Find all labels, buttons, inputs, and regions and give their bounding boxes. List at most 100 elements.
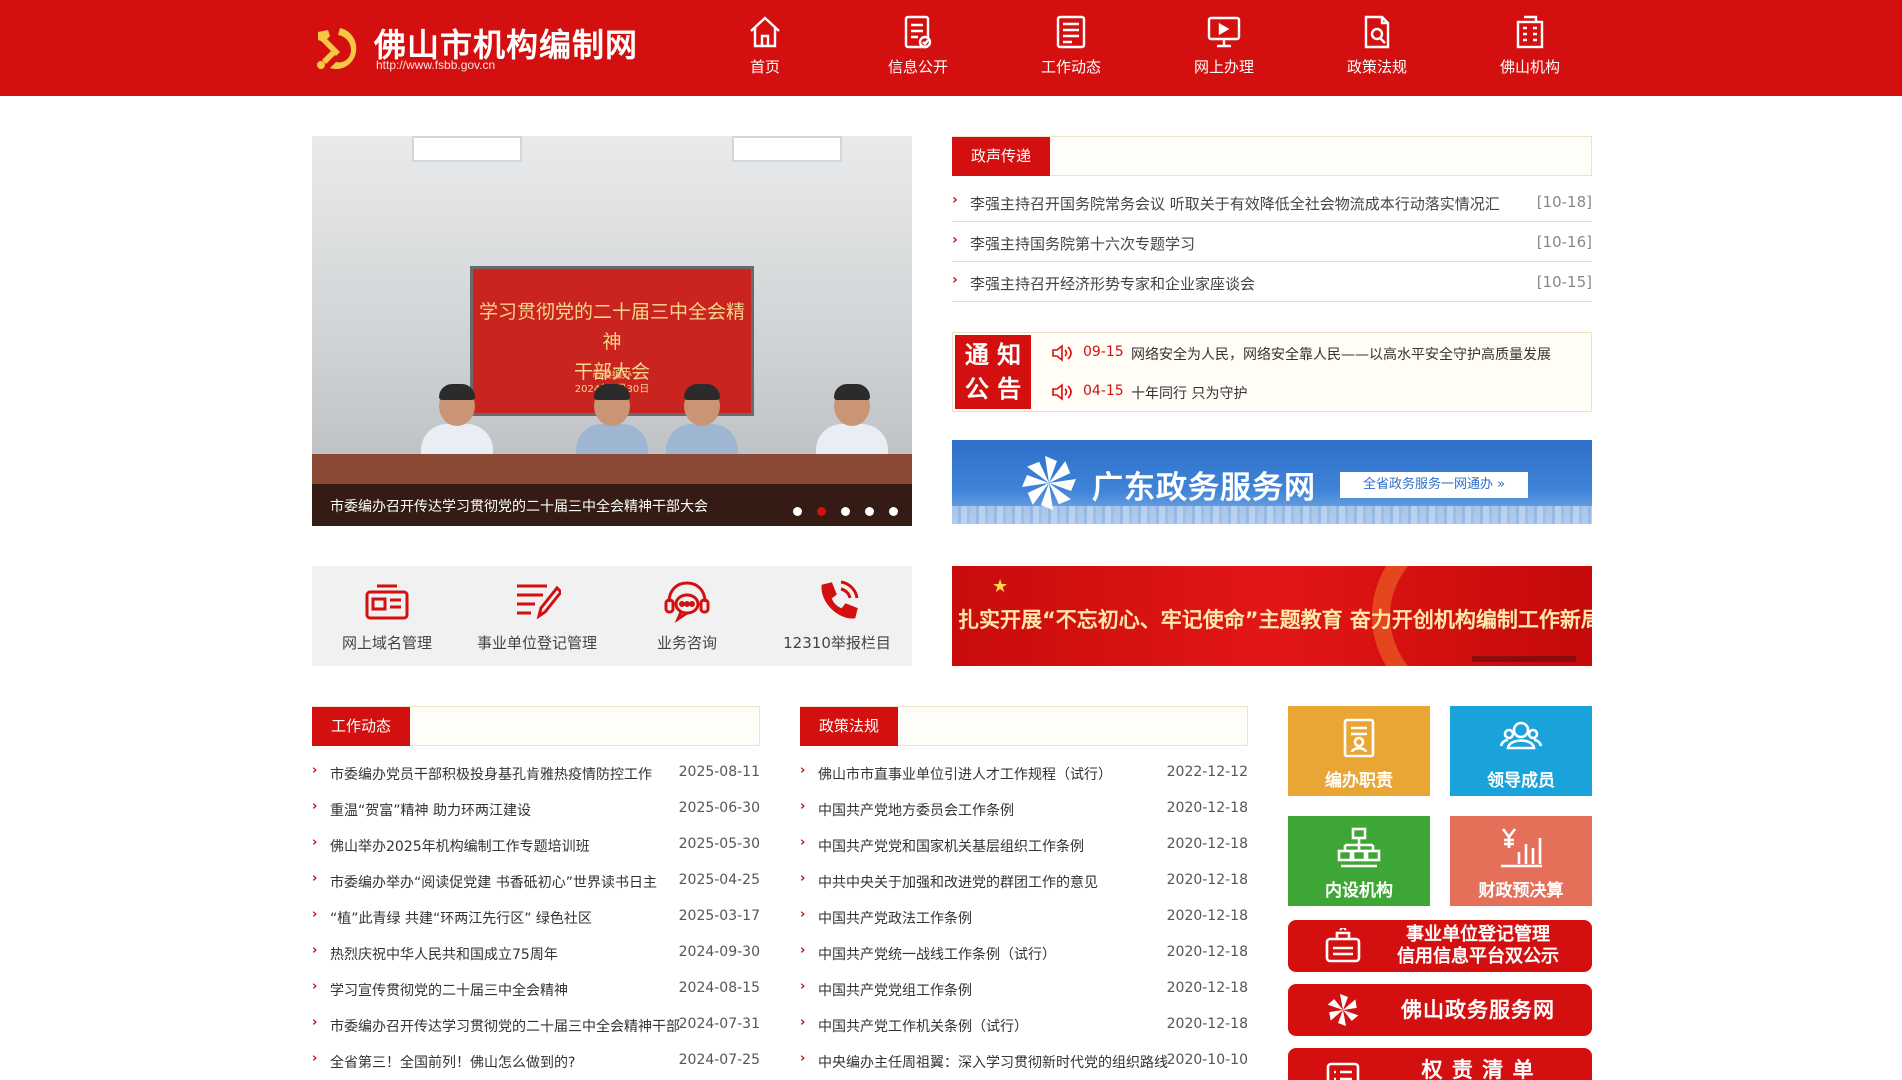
guangdong-service-banner[interactable]: 广东政务服务网 全省政务服务一网通办 » — [952, 440, 1592, 524]
list-item-date: 2025-06-30 — [678, 800, 760, 816]
list-item[interactable]: › 全省第三！全国前列！佛山怎么做到的? 2024-07-25 — [312, 1043, 760, 1079]
list-item-title: 李强主持国务院第十六次专题学习 — [970, 235, 1196, 253]
list-item-date: 2020-10-10 — [1166, 1052, 1248, 1068]
zsc-section-header: 政声传递 — [952, 136, 1592, 176]
quick-consultation[interactable]: 业务咨询 — [612, 566, 762, 666]
tile-office-duties[interactable]: 编办职责 — [1288, 706, 1430, 796]
power-list-button[interactable]: 权 责 清 单 — [1288, 1048, 1592, 1080]
theme-education-banner[interactable]: ★ 扎实开展“不忘初心、牢记使命”主题教育 奋力开创机构编制工作新局面 — [952, 566, 1592, 666]
list-item[interactable]: › 李强主持国务院第十六次专题学习 [10-16] — [952, 222, 1592, 262]
list-item[interactable]: › “植”此青绿 共建“环两江先行区” 绿色社区 2025-03-17 — [312, 899, 760, 935]
list-item[interactable]: › 李强主持召开国务院常务会议 听取关于有效降低全社会物流成本行动落实情况汇 [… — [952, 182, 1592, 222]
chevron-right-icon: › — [952, 232, 958, 248]
list-item[interactable]: › 佛山举办2025年机构编制工作专题培训班 2025-05-30 — [312, 827, 760, 863]
service-flower-icon — [1022, 456, 1076, 510]
list-item[interactable]: › 李强主持召开经济形势专家和企业家座谈会 [10-15] — [952, 262, 1592, 302]
wide-button-label: 权 责 清 单 — [1421, 1058, 1535, 1080]
list-item[interactable]: › 中国共产党党组工作条例 2020-12-18 — [800, 971, 1248, 1007]
tile-leadership[interactable]: 领导成员 — [1450, 706, 1592, 796]
list-item-date: 2024-07-25 — [678, 1052, 760, 1068]
nav-work-news[interactable]: 工作动态 — [1006, 0, 1136, 96]
nav-info-disclosure[interactable]: 信息公开 — [853, 0, 983, 96]
chevron-right-icon: › — [312, 763, 318, 778]
ceiling-light — [412, 136, 522, 162]
leaders-icon — [1499, 721, 1543, 750]
foshan-service-button[interactable]: 佛山政务服务网 — [1288, 984, 1592, 1036]
list-item-date: 2025-05-30 — [678, 836, 760, 852]
list-item-date: 2020-12-18 — [1166, 980, 1248, 996]
quick-institution-registration[interactable]: 事业单位登记管理 — [462, 566, 612, 666]
tile-label: 财政预决算 — [1478, 881, 1564, 901]
chevron-right-icon: › — [800, 871, 806, 886]
nav-home[interactable]: 首页 — [700, 0, 830, 96]
nav-online-service[interactable]: 网上办理 — [1159, 0, 1289, 96]
id-card-icon — [365, 584, 409, 620]
work-list: › 市委编办党员干部积极投身基孔肯雅热疫情防控工作 2025-08-11 › 重温“贺… — [312, 755, 760, 1079]
news-carousel[interactable]: 学习贯彻党的二十届三中全会精神 干部大会 市委编办 2024年7月30日 市委编… — [312, 136, 912, 526]
carousel-dot-1[interactable] — [793, 507, 802, 516]
monitor-icon — [1207, 16, 1241, 48]
site-header: 佛山市机构编制网 http://www.fsbb.gov.cn 首页 信息公开 … — [0, 0, 1902, 96]
nav-label: 网上办理 — [1193, 58, 1254, 76]
list-item-title: “植”此青绿 共建“环两江先行区” 绿色社区 — [330, 911, 592, 927]
nav-label: 佛山机构 — [1499, 58, 1560, 76]
chevron-right-icon: › — [800, 1015, 806, 1030]
wide-button-line1: 事业单位登记管理 — [1406, 924, 1550, 945]
notice-text: 网络安全为人民，网络安全靠人民——以高水平安全守护高质量发展 — [1131, 347, 1551, 363]
work-heading[interactable]: 工作动态 — [312, 707, 411, 746]
building-icon — [1516, 15, 1544, 49]
quick-report-12310[interactable]: 12310举报栏目 — [762, 566, 912, 666]
list-item-date: 2020-12-18 — [1166, 872, 1248, 888]
list-item-title: 中央编办主任周祖翼：深入学习贯彻新时代党的组织路线 — [818, 1055, 1168, 1071]
policy-heading[interactable]: 政策法规 — [800, 707, 899, 746]
institution-credit-button[interactable]: 事业单位登记管理 信用信息平台双公示 — [1288, 920, 1592, 972]
nav-label: 政策法规 — [1346, 58, 1407, 76]
gd-banner-button[interactable]: 全省政务服务一网通办 » — [1340, 472, 1528, 498]
list-item[interactable]: › 中央编办主任周祖翼：深入学习贯彻新时代党的组织路线 2020-10-10 — [800, 1043, 1248, 1079]
tile-label: 内设机构 — [1325, 881, 1393, 901]
list-item-title: 中国共产党政法工作条例 — [818, 911, 972, 927]
notice-badge-line1: 通 知 — [964, 340, 1022, 369]
list-item-date: 2025-08-11 — [678, 764, 760, 780]
tile-budget[interactable]: 财政预决算 — [1450, 816, 1592, 906]
nav-foshan-orgs[interactable]: 佛山机构 — [1465, 0, 1595, 96]
list-item-date: 2024-08-15 — [678, 980, 760, 996]
list-item[interactable]: › 中国共产党工作机关条例（试行） 2020-12-18 — [800, 1007, 1248, 1043]
list-item[interactable]: › 佛山市市直事业单位引进人才工作规程（试行） 2022-12-12 — [800, 755, 1248, 791]
nav-policy[interactable]: 政策法规 — [1312, 0, 1442, 96]
list-item[interactable]: › 市委编办召开传达学习贯彻党的二十届三中全会精神干部 2024-07-31 — [312, 1007, 760, 1043]
wide-button-label: 佛山政务服务网 — [1401, 998, 1555, 1022]
list-item[interactable]: › 中国共产党党和国家机关基层组织工作条例 2020-12-18 — [800, 827, 1248, 863]
service-flower-icon — [1327, 994, 1359, 1026]
quick-label: 12310举报栏目 — [783, 634, 891, 652]
list-item[interactable]: › 市委编办举办“阅读促党建 书香砥初心”世界读书日主 2025-04-25 — [312, 863, 760, 899]
news-icon — [1056, 15, 1086, 49]
carousel-dot-2[interactable] — [817, 507, 826, 516]
list-icon — [1326, 1062, 1360, 1080]
notice-date: 09-15 — [1083, 344, 1124, 360]
site-logo[interactable]: 佛山市机构编制网 http://www.fsbb.gov.cn — [310, 20, 640, 76]
quick-domain-management[interactable]: 网上域名管理 — [312, 566, 462, 666]
carousel-dot-5[interactable] — [889, 507, 898, 516]
ceiling-light — [732, 136, 842, 162]
zsc-heading[interactable]: 政声传递 — [952, 137, 1051, 176]
star-icon: ★ — [992, 576, 1009, 597]
list-item[interactable]: › 热烈庆祝中华人民共和国成立75周年 2024-09-30 — [312, 935, 760, 971]
carousel-dot-4[interactable] — [865, 507, 874, 516]
zsc-list: › 李强主持召开国务院常务会议 听取关于有效降低全社会物流成本行动落实情况汇 [… — [952, 182, 1592, 302]
list-item[interactable]: › 重温“贺富”精神 助力环两江建设 2025-06-30 — [312, 791, 760, 827]
list-item[interactable]: › 学习宣传贯彻党的二十届三中全会精神 2024-08-15 — [312, 971, 760, 1007]
carousel-dot-3[interactable] — [841, 507, 850, 516]
screen-sub-line1: 市委编办 — [592, 370, 632, 381]
tile-internal-departments[interactable]: 内设机构 — [1288, 816, 1430, 906]
list-item-title: 市委编办举办“阅读促党建 书香砥初心”世界读书日主 — [330, 875, 657, 891]
list-item[interactable]: › 中共中央关于加强和改进党的群团工作的意见 2020-12-18 — [800, 863, 1248, 899]
list-item[interactable]: › 中国共产党地方委员会工作条例 2020-12-18 — [800, 791, 1248, 827]
banner-decoration — [1472, 656, 1576, 662]
list-item[interactable]: › 中国共产党政法工作条例 2020-12-18 — [800, 899, 1248, 935]
chevron-right-icon: › — [312, 979, 318, 994]
carousel-caption-text[interactable]: 市委编办召开传达学习贯彻党的二十届三中全会精神干部大会 — [330, 496, 708, 516]
list-item[interactable]: › 市委编办党员干部积极投身基孔肯雅热疫情防控工作 2025-08-11 — [312, 755, 760, 791]
list-item[interactable]: › 中国共产党统一战线工作条例（试行） 2020-12-18 — [800, 935, 1248, 971]
list-item-title: 中国共产党党组工作条例 — [818, 983, 972, 999]
